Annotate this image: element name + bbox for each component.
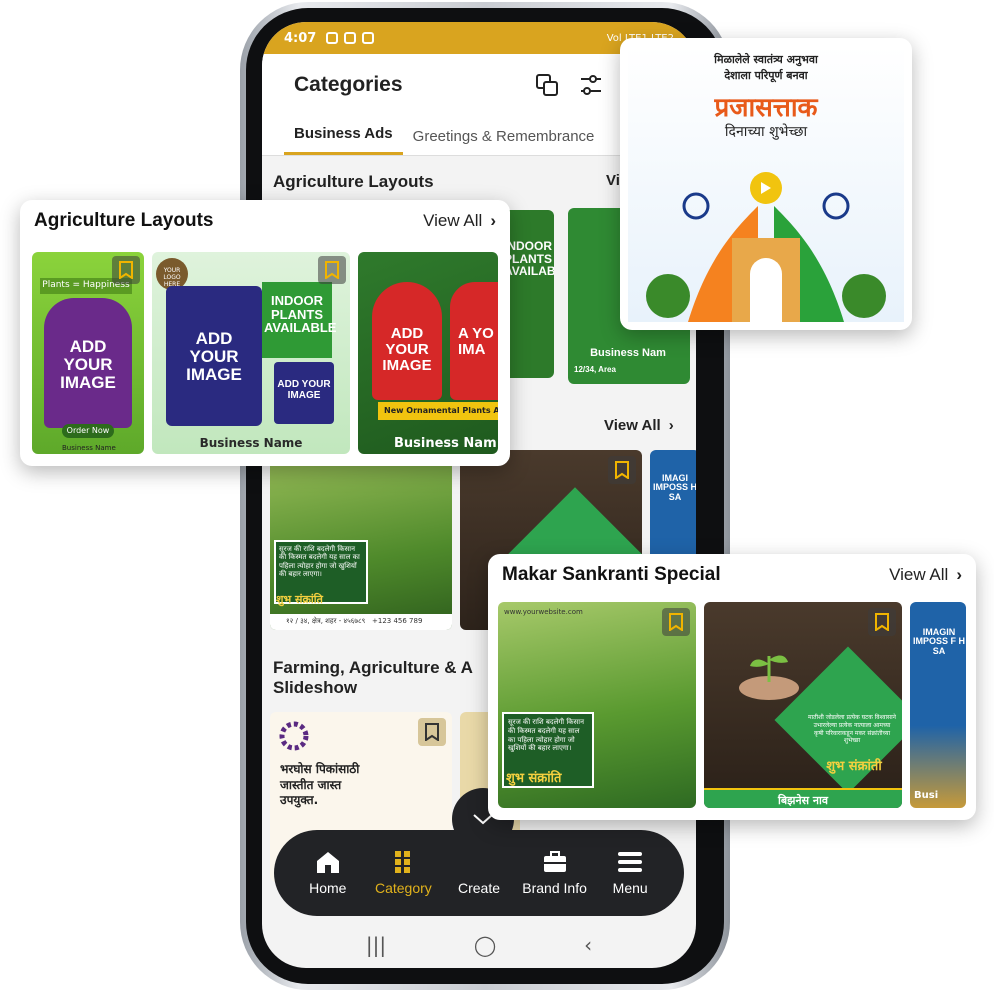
nav-category[interactable]: Category	[367, 850, 439, 896]
poster-subtitle: दिनाच्या शुभेच्छा	[724, 124, 808, 140]
tile-label: शुभ संक्रांति	[506, 771, 562, 786]
view-all-link[interactable]: View All ›	[423, 211, 496, 231]
briefcase-icon	[543, 851, 566, 872]
tile-text: INDOOR PLANTS AVAILABLE	[504, 239, 554, 279]
menu-icon	[618, 852, 643, 872]
nav-label: Home	[309, 880, 347, 896]
poster-title: प्रजासत्ताक	[714, 93, 818, 123]
agri-tile-3[interactable]: ADD YOUR IMAGE A YO IMA New Ornamental P…	[358, 252, 498, 454]
card-makar-sankranti: Makar Sankranti Special View All › www.yo…	[488, 554, 976, 820]
tile-desc: सूरज की राशि बदलेगी किसान की किस्मत बदले…	[508, 718, 584, 753]
bookmark-icon[interactable]	[868, 608, 896, 636]
view-all-link[interactable]: Vi	[606, 172, 620, 189]
view-all-link[interactable]: View All ›	[604, 417, 674, 434]
filter-icon[interactable]	[578, 72, 604, 98]
card-title: Agriculture Layouts	[34, 210, 214, 231]
bookmark-icon[interactable]	[318, 256, 346, 284]
tile-desc: मातीशी जोडलेला प्रत्येक घटक विश्वासाने उ…	[808, 714, 896, 745]
seedling-hands-icon	[739, 655, 799, 700]
tile-text: Business Nam	[590, 347, 666, 359]
tile-text: IMAGI IMPOSS H SA	[652, 473, 696, 502]
card-header: Agriculture Layouts View All ›	[34, 210, 496, 232]
sankranti-tile-1[interactable]: www.yourwebsite.com सूरज की राशि बदलेगी …	[498, 602, 696, 808]
agri-tile-2[interactable]: YOUR LOGO HERE ADD YOUR IMAGE INDOOR PLA…	[152, 252, 350, 454]
tab-business-ads[interactable]: Business Ads	[284, 125, 403, 155]
small-image-placeholder: ADD YOUR IMAGE	[274, 362, 334, 424]
flower-logo-icon	[279, 721, 309, 751]
status-time: 4:07	[284, 30, 317, 46]
tile-text: IMAGIN IMPOSS F H SA	[912, 627, 965, 656]
tile-contact: १२ / ३४, क्षेत्र, शहर - ४५६७८९ +123 456 …	[270, 614, 452, 630]
bookmark-icon[interactable]	[112, 256, 140, 284]
sankranti-tile-3[interactable]: IMAGIN IMPOSS F H SA Busi	[910, 602, 966, 808]
header-icons	[534, 72, 604, 98]
bookmark-icon[interactable]	[418, 718, 446, 746]
tile-foot: Business Name	[199, 436, 303, 450]
back-icon[interactable]: ‹	[584, 933, 592, 957]
nav-label: Category	[374, 880, 432, 896]
bottom-nav: Home Category Create Brand Info Menu	[274, 830, 684, 916]
view-all-link[interactable]: View All ›	[889, 565, 962, 585]
poster-line2: देशाला परिपूर्ण बनवा	[724, 69, 808, 82]
tile-foot: बिझनेस नाव	[704, 788, 902, 808]
home-circle-icon[interactable]: ◯	[474, 933, 496, 957]
card-republic-day[interactable]: मिळालेले स्वातंत्र्य अनुभवा देशाला परिपू…	[620, 38, 912, 330]
tile-label: शुभ संक्रांति	[276, 593, 323, 606]
tile-desc: सूरज की राशि बदलेगी किसान की किस्मत बदले…	[279, 545, 360, 579]
agri-tile-1[interactable]: Plants = Happiness ADD YOUR IMAGE Order …	[32, 252, 144, 454]
home-icon	[316, 852, 339, 873]
tile-banner: New Ornamental Plants A	[378, 402, 498, 420]
tile-web: www.yourwebsite.com	[504, 608, 583, 616]
tab-greetings[interactable]: Greetings & Remembrance	[403, 128, 605, 155]
nav-label: Brand Info	[522, 880, 587, 896]
nav-label: Menu	[612, 880, 648, 896]
order-now-button: Order Now	[62, 424, 114, 438]
tile-foot: Busi	[914, 790, 939, 801]
nav-menu[interactable]: Menu	[594, 850, 666, 896]
category-icon	[395, 851, 411, 873]
card-agriculture-layouts: Agriculture Layouts View All › Plants = H…	[20, 200, 510, 466]
section-title: Agriculture Layouts	[273, 172, 434, 191]
page-title: Categories	[294, 73, 403, 96]
tile-text: ADD YOUR IMAGE	[186, 329, 242, 384]
tile-text: ADD YOUR IMAGE	[382, 325, 432, 374]
nav-brand-info[interactable]: Brand Info	[519, 850, 591, 896]
tile-text-2: A YO IMA	[458, 325, 494, 358]
stage: 4:07 Vol LTE1 LTE2 Categories Business A…	[0, 0, 994, 994]
system-nav-bar: ||| ◯ ‹	[262, 922, 696, 968]
tile-foot: Business Nam	[394, 436, 497, 451]
play-icon[interactable]	[750, 172, 782, 204]
tile-text: ADD YOUR IMAGE	[60, 337, 116, 392]
tile-address: 12/34, Area	[574, 365, 616, 374]
card-header: Makar Sankranti Special View All ›	[502, 564, 962, 586]
translate-icon[interactable]	[534, 72, 560, 98]
republic-poster: मिळालेले स्वातंत्र्य अनुभवा देशाला परिपू…	[628, 46, 904, 322]
bookmark-icon[interactable]	[608, 456, 636, 484]
indoor-banner: INDOOR PLANTS AVAILABLE	[262, 282, 336, 358]
recents-icon[interactable]: |||	[366, 933, 386, 957]
screen-tile-wheat[interactable]: सूरज की राशि बदलेगी किसान की किस्मत बदले…	[270, 450, 452, 630]
tile-foot: Business Name	[62, 444, 116, 452]
nav-label: Create	[457, 880, 500, 896]
sankranti-tile-2[interactable]: मातीशी जोडलेला प्रत्येक घटक विश्वासाने उ…	[704, 602, 902, 808]
nav-create[interactable]: Create	[443, 850, 515, 896]
nav-home[interactable]: Home	[292, 850, 364, 896]
status-icons	[326, 32, 375, 44]
tile-text: भरघोस पिकांसाठी जास्तीत जास्त उपयुक्त.	[280, 762, 360, 808]
tile-label: शुभ संक्रांती	[826, 759, 882, 774]
bookmark-icon[interactable]	[662, 608, 690, 636]
poster-line1: मिळालेले स्वातंत्र्य अनुभवा	[714, 53, 818, 66]
card-title: Makar Sankranti Special	[502, 564, 721, 585]
